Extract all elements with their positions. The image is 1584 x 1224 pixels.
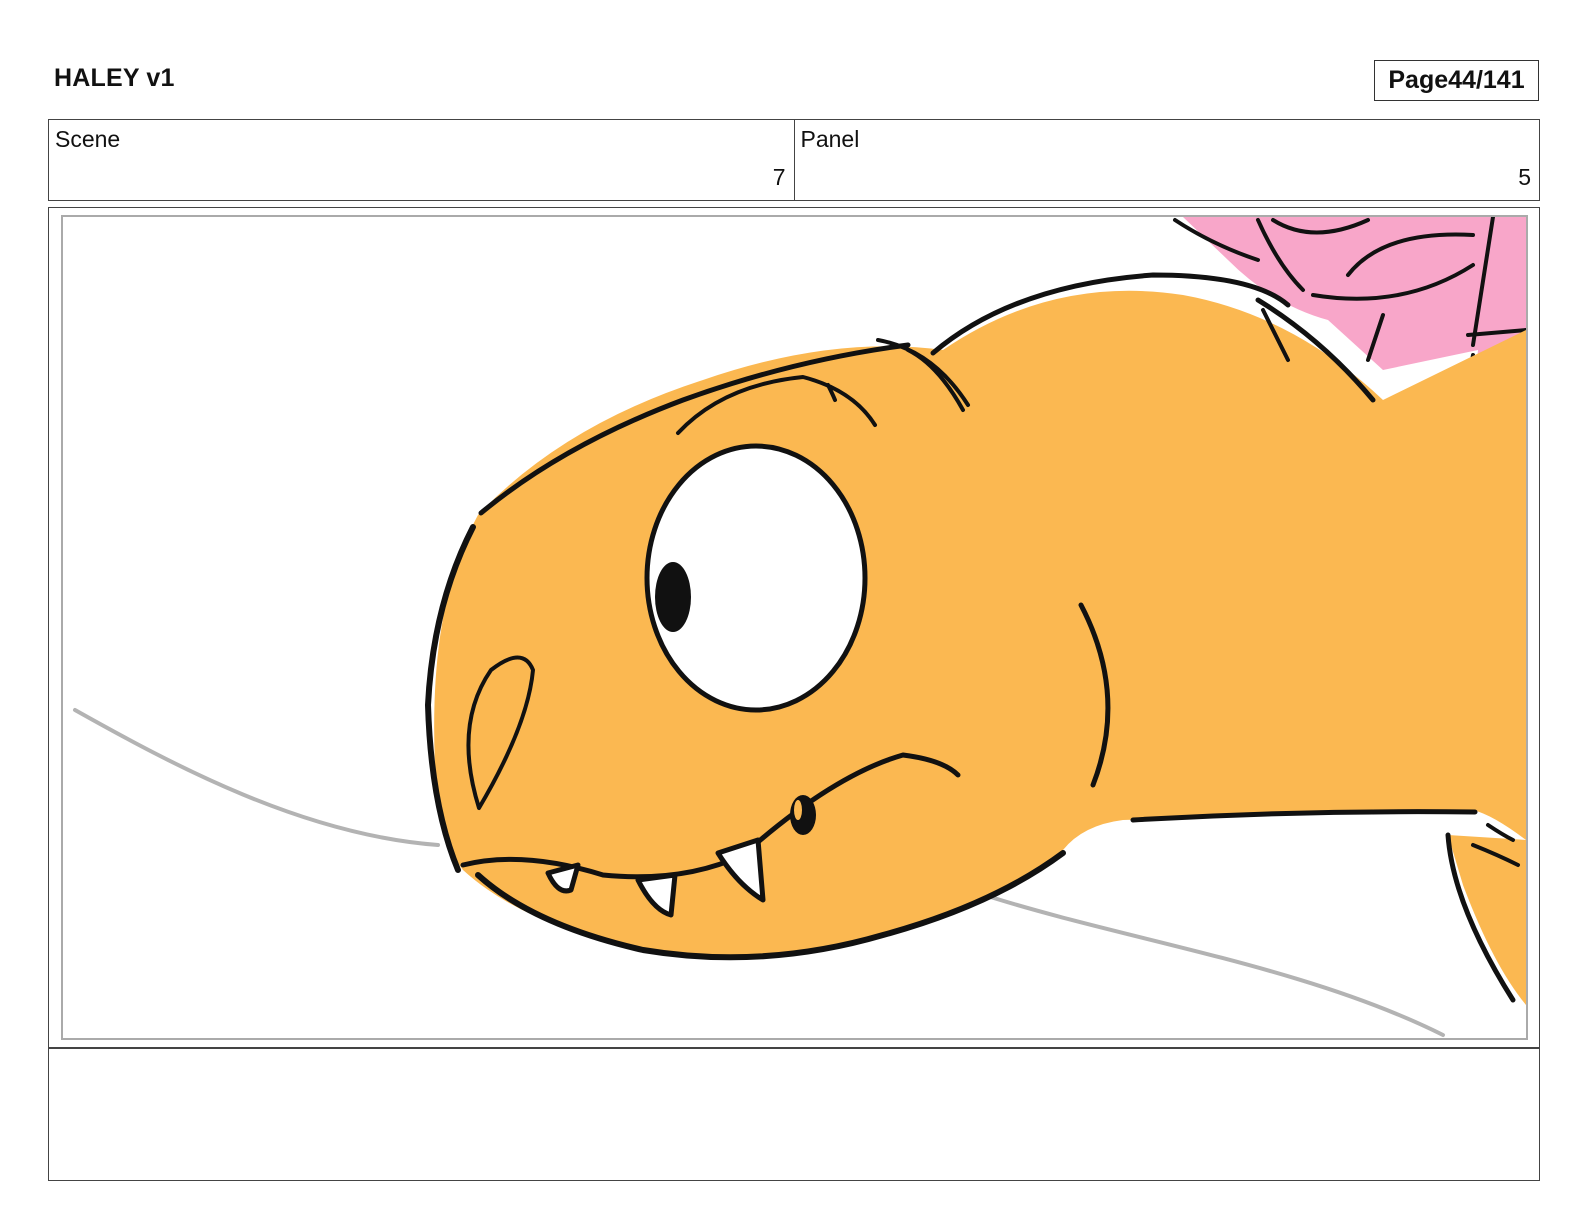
creature-leg-fill (1448, 835, 1526, 1005)
scene-panel-row: Scene 7 Panel 5 (48, 119, 1540, 201)
page-indicator: Page 44/141 (1374, 60, 1539, 101)
panel-illustration (61, 215, 1528, 1040)
notes-box (48, 1047, 1540, 1181)
creature-fang (790, 795, 816, 835)
ground-line-left (73, 708, 440, 847)
illustration-svg (73, 217, 1526, 1037)
ground-line-right (976, 891, 1445, 1037)
scene-cell: Scene 7 (49, 120, 794, 200)
panel-label: Panel (800, 126, 860, 152)
board-title: HALEY v1 (54, 64, 175, 92)
storyboard-frame (48, 207, 1540, 1049)
panel-cell: Panel 5 (793, 120, 1540, 200)
page-number: 44/141 (1448, 66, 1525, 94)
scene-value: 7 (772, 164, 786, 190)
page-label: Page (1388, 66, 1449, 94)
creature-pupil (655, 562, 691, 632)
panel-value: 5 (1518, 164, 1531, 190)
scene-label: Scene (55, 126, 121, 152)
creature-fang-highlight (794, 800, 802, 820)
